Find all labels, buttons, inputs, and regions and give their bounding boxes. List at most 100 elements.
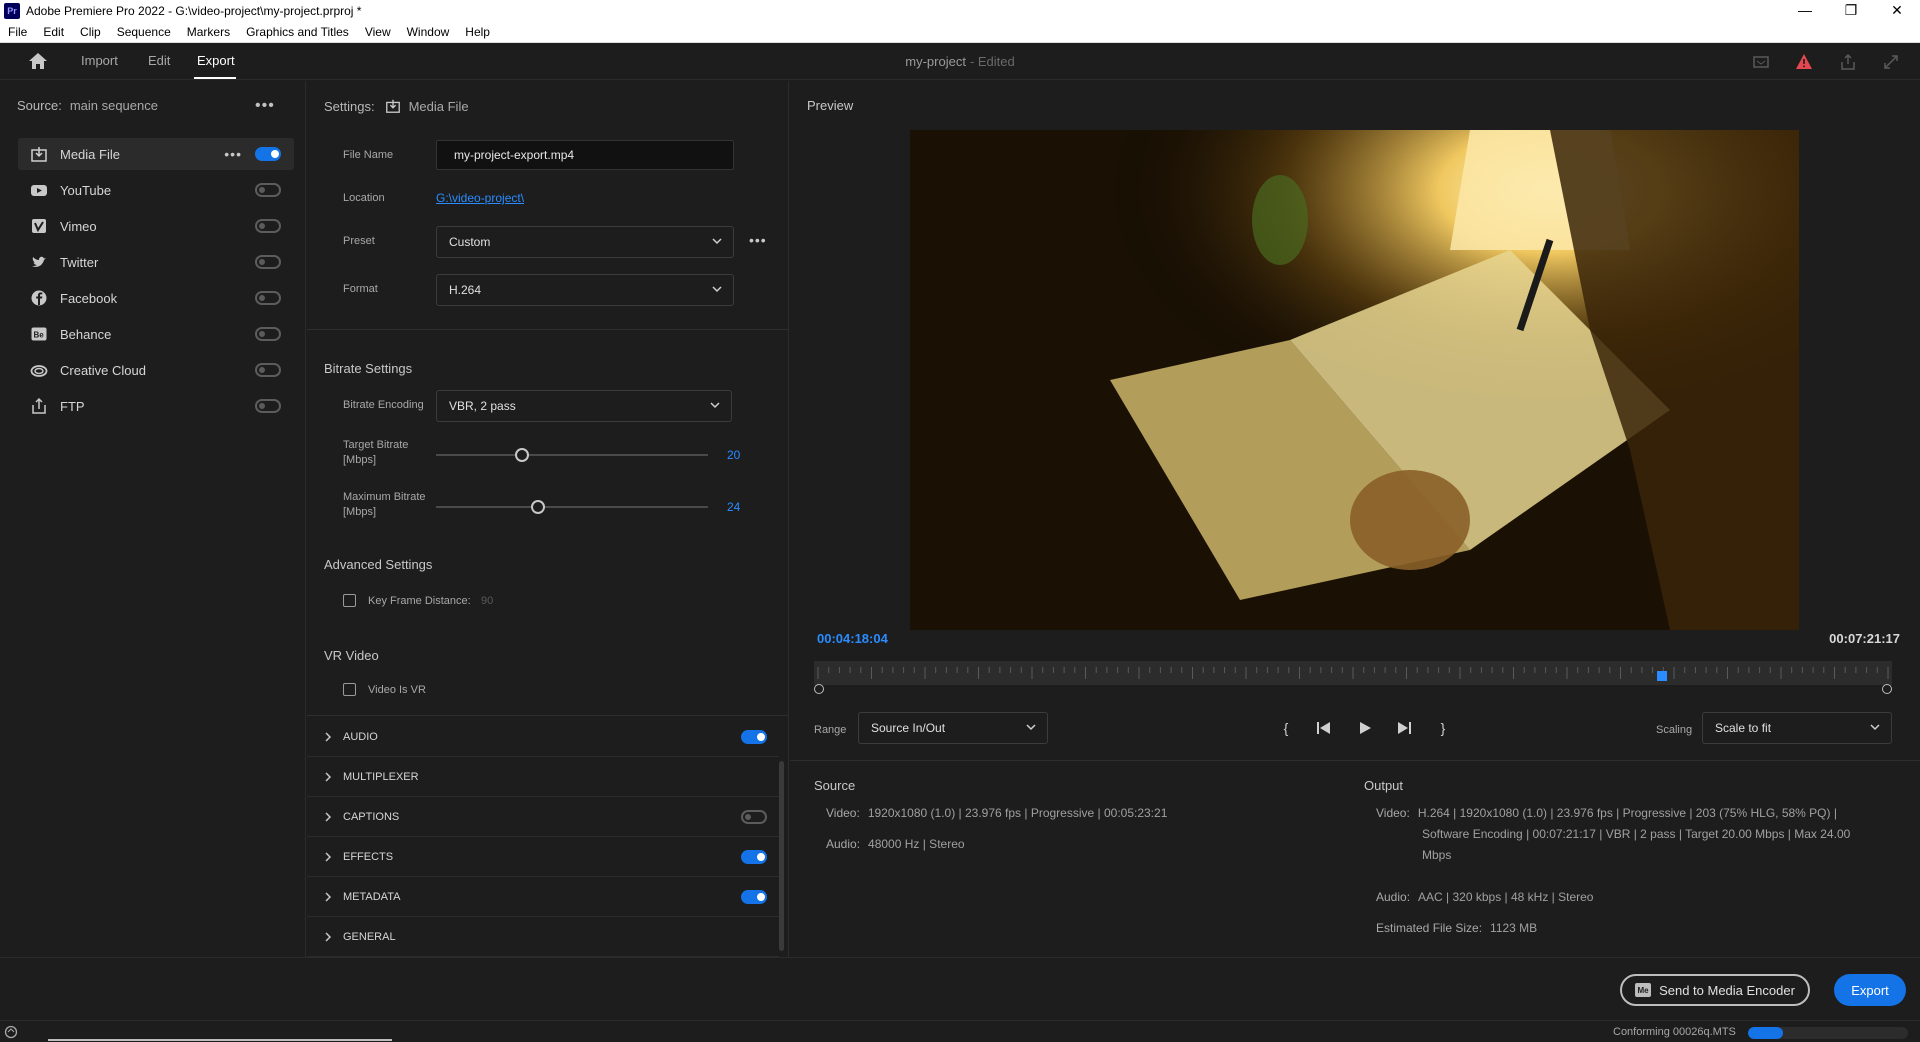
keyframe-value[interactable]: 90 <box>481 595 493 607</box>
destination-ftp[interactable]: FTP <box>18 390 294 422</box>
preset-value: Custom <box>449 235 491 249</box>
vr-video-title: VR Video <box>324 648 379 663</box>
behance-toggle[interactable] <box>255 327 281 341</box>
destination-twitter[interactable]: Twitter <box>18 246 294 278</box>
section-audio[interactable]: AUDIO <box>307 717 779 757</box>
preset-more-icon[interactable]: ••• <box>749 232 767 248</box>
preset-dropdown[interactable]: Custom <box>436 226 734 258</box>
video-preview <box>910 130 1799 630</box>
range-label: Range <box>814 724 847 736</box>
metadata-toggle[interactable] <box>741 890 767 904</box>
section-captions[interactable]: CAPTIONS <box>307 797 779 837</box>
target-bitrate-value[interactable]: 20 <box>727 448 740 462</box>
timeline-scrubber[interactable] <box>814 661 1892 685</box>
source-row: Source: main sequence <box>17 98 158 113</box>
source-label: Source: <box>17 98 62 113</box>
out-point-handle[interactable] <box>1882 684 1892 694</box>
warning-icon[interactable] <box>1795 53 1813 71</box>
source-more-icon[interactable]: ••• <box>255 97 275 115</box>
target-bitrate-slider[interactable] <box>515 448 529 462</box>
menu-file[interactable]: File <box>0 25 35 39</box>
file-name-input[interactable]: my-project-export.mp4 <box>436 140 734 170</box>
captions-toggle[interactable] <box>741 810 767 824</box>
quick-export-icon[interactable] <box>1752 53 1770 71</box>
step-forward-icon[interactable] <box>1394 718 1414 738</box>
section-label: GENERAL <box>343 930 396 943</box>
restore-icon[interactable]: ❐ <box>1828 0 1874 22</box>
youtube-toggle[interactable] <box>255 183 281 197</box>
chevron-down-icon <box>710 402 720 409</box>
mark-out-icon[interactable]: } <box>1433 718 1453 738</box>
media-file-toggle[interactable] <box>255 147 281 161</box>
twitter-toggle[interactable] <box>255 255 281 269</box>
facebook-toggle[interactable] <box>255 291 281 305</box>
playhead[interactable] <box>1657 671 1668 681</box>
section-label: MULTIPLEXER <box>343 770 419 783</box>
video-frame-image <box>910 130 1799 630</box>
destination-more-icon[interactable]: ••• <box>224 146 242 162</box>
source-info-title: Source <box>814 778 856 793</box>
destination-vimeo[interactable]: Vimeo <box>18 210 294 242</box>
export-button[interactable]: Export <box>1834 974 1906 1006</box>
source-value[interactable]: main sequence <box>70 98 158 113</box>
send-to-media-encoder-button[interactable]: Me Send to Media Encoder <box>1620 974 1810 1006</box>
destination-media-file[interactable]: Media File ••• <box>18 138 294 170</box>
audio-toggle[interactable] <box>741 730 767 744</box>
destination-facebook[interactable]: Facebook <box>18 282 294 314</box>
in-point-handle[interactable] <box>814 684 824 694</box>
keyframe-checkbox[interactable] <box>343 594 356 607</box>
step-back-icon[interactable] <box>1314 718 1334 738</box>
destination-youtube[interactable]: YouTube <box>18 174 294 206</box>
bitrate-encoding-value: VBR, 2 pass <box>449 399 516 413</box>
bitrate-settings-title: Bitrate Settings <box>324 361 413 376</box>
chevron-right-icon <box>325 811 332 822</box>
destination-label: Behance <box>60 326 112 342</box>
share-icon[interactable] <box>1839 53 1857 71</box>
max-bitrate-slider[interactable] <box>531 500 545 514</box>
settings-header: Settings: Media File <box>324 98 469 114</box>
location-link[interactable]: G:\video-project\ <box>436 191 524 205</box>
section-general[interactable]: GENERAL <box>307 917 779 957</box>
vimeo-toggle[interactable] <box>255 219 281 233</box>
section-effects[interactable]: EFFECTS <box>307 837 779 877</box>
menu-view[interactable]: View <box>357 25 399 39</box>
menu-markers[interactable]: Markers <box>179 25 238 39</box>
fullscreen-icon[interactable] <box>1882 53 1900 71</box>
menu-sequence[interactable]: Sequence <box>109 25 179 39</box>
divider <box>307 329 789 330</box>
output-info-title: Output <box>1364 778 1404 793</box>
menu-help[interactable]: Help <box>457 25 498 39</box>
menu-graphics[interactable]: Graphics and Titles <box>238 25 357 39</box>
menu-window[interactable]: Window <box>399 25 458 39</box>
destination-behance[interactable]: Be Behance <box>18 318 294 350</box>
section-metadata[interactable]: METADATA <box>307 877 779 917</box>
menu-clip[interactable]: Clip <box>72 25 109 39</box>
settings-scrollbar[interactable] <box>779 761 784 951</box>
media-encoder-icon: Me <box>1635 983 1652 997</box>
menu-edit[interactable]: Edit <box>35 25 72 39</box>
bitrate-encoding-dropdown[interactable]: VBR, 2 pass <box>436 390 732 422</box>
format-dropdown[interactable]: H.264 <box>436 274 734 306</box>
max-bitrate-track[interactable] <box>436 506 708 508</box>
current-timecode[interactable]: 00:04:18:04 <box>817 631 888 646</box>
workspace-header: Import Edit Export my-project - Edited <box>0 43 1920 80</box>
section-multiplexer[interactable]: MULTIPLEXER <box>307 757 779 797</box>
minimize-icon[interactable]: — <box>1782 0 1828 22</box>
status-icon[interactable] <box>4 1025 18 1039</box>
mark-in-icon[interactable]: { <box>1276 718 1296 738</box>
conforming-progress-bar <box>1748 1027 1908 1039</box>
range-value: Source In/Out <box>871 721 946 735</box>
creative-cloud-toggle[interactable] <box>255 363 281 377</box>
effects-toggle[interactable] <box>741 850 767 864</box>
play-icon[interactable] <box>1355 718 1375 738</box>
ftp-toggle[interactable] <box>255 399 281 413</box>
max-bitrate-value[interactable]: 24 <box>727 500 740 514</box>
video-is-vr-checkbox[interactable] <box>343 683 356 696</box>
target-bitrate-label: Target Bitrate [Mbps] <box>343 439 409 466</box>
destination-creative-cloud[interactable]: Creative Cloud <box>18 354 294 386</box>
close-icon[interactable]: ✕ <box>1874 0 1920 22</box>
target-bitrate-track[interactable] <box>436 454 708 456</box>
creative-cloud-icon <box>30 365 48 377</box>
range-dropdown[interactable]: Source In/Out <box>858 712 1048 744</box>
scaling-dropdown[interactable]: Scale to fit <box>1702 712 1892 744</box>
